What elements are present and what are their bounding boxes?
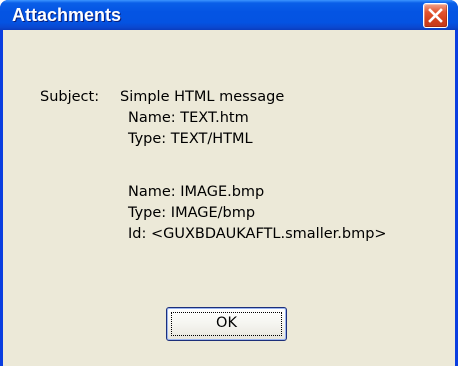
attachment-2-id: Id: <GUXBDAUKAFTL.smaller.bmp>: [128, 226, 387, 242]
attachment-2-type: Type: IMAGE/bmp: [128, 205, 256, 221]
dialog-body: Subject: Simple HTML message Name: TEXT.…: [3, 30, 455, 366]
subject-value: Simple HTML message: [120, 89, 285, 105]
ok-button-label: OK: [216, 315, 237, 331]
attachment-1-name: Name: TEXT.htm: [128, 110, 249, 126]
close-icon: [428, 8, 443, 23]
close-button[interactable]: [423, 3, 448, 28]
attachment-1-type: Type: TEXT/HTML: [128, 131, 253, 147]
ok-button[interactable]: OK: [166, 307, 287, 341]
attachment-2-name: Name: IMAGE.bmp: [128, 184, 265, 200]
attachments-dialog: Attachments Subject: Simple HTML message…: [0, 0, 458, 366]
subject-label: Subject:: [40, 89, 100, 105]
dialog-title: Attachments: [12, 5, 122, 25]
title-bar[interactable]: Attachments: [0, 0, 458, 30]
